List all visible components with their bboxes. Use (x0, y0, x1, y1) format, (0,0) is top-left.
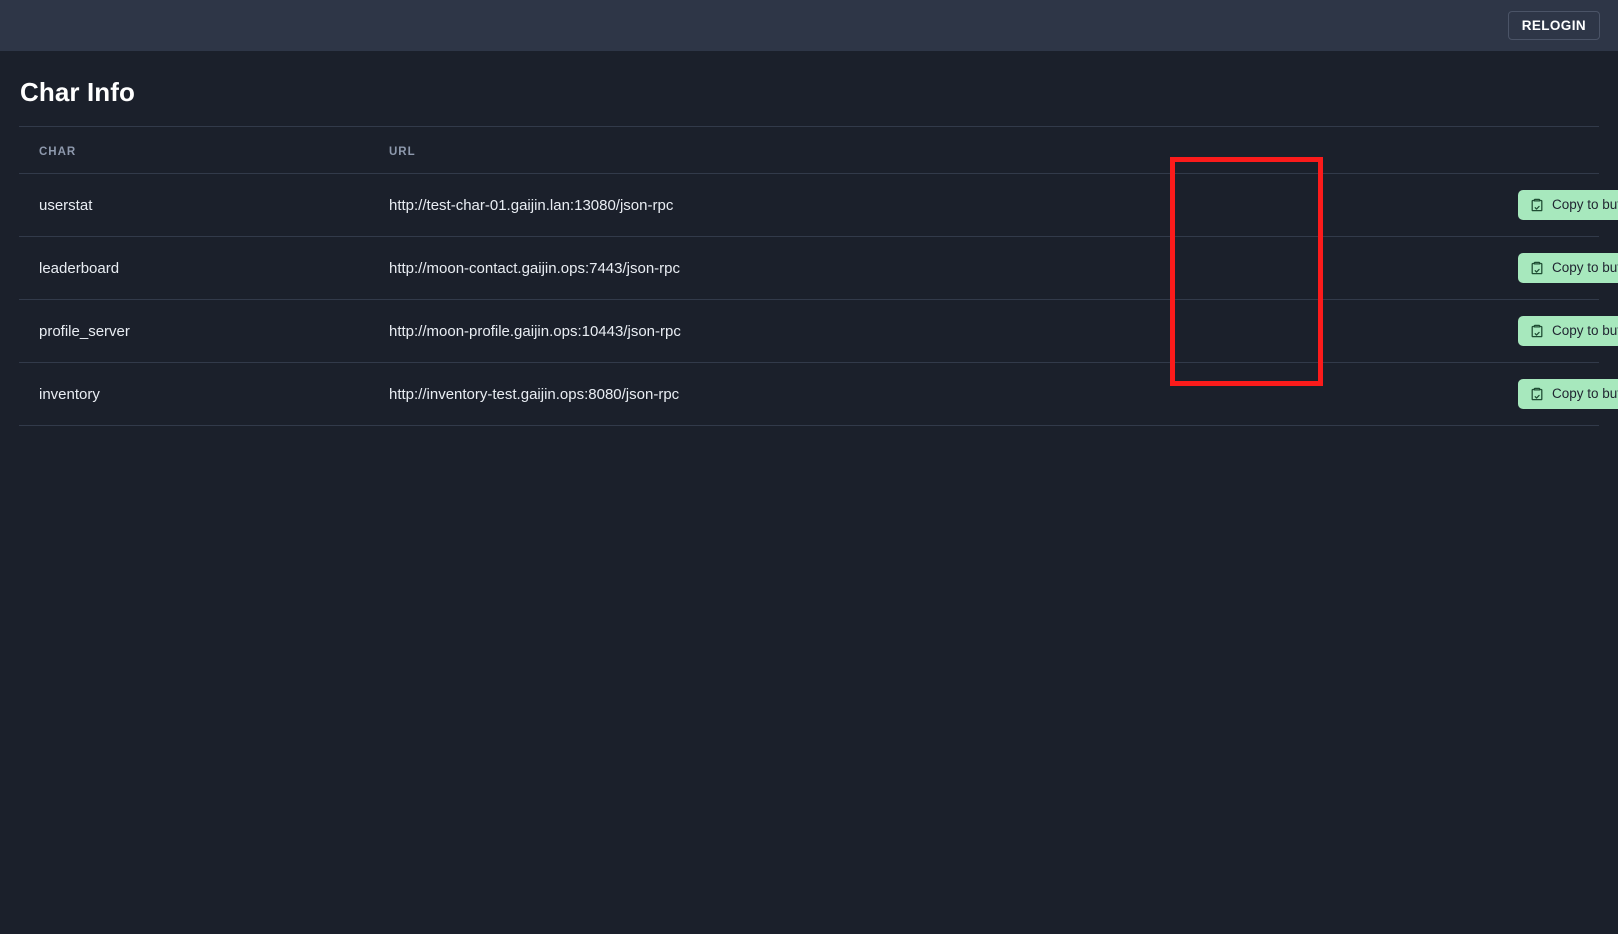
relogin-button[interactable]: RELOGIN (1507, 10, 1600, 41)
copy-to-buffer-label: Copy to buffer (1552, 386, 1618, 402)
url-text: http://moon-contact.gaijin.ops:7443/json… (389, 259, 680, 277)
url-text: http://inventory-test.gaijin.ops:8080/js… (389, 385, 680, 403)
copy-to-buffer-button[interactable]: Copy to buffer (1518, 316, 1618, 346)
cell-char-name: userstat (19, 173, 369, 237)
table-head: CHAR URL (19, 127, 1599, 174)
clipboard-check-icon (1529, 386, 1545, 402)
cell-action: Copy to buffer (1169, 362, 1618, 426)
copy-to-buffer-label: Copy to buffer (1552, 197, 1618, 213)
table-header-row: CHAR URL (19, 127, 1599, 174)
cell-url: http://test-char-01.gaijin.lan:13080/jso… (369, 173, 1169, 237)
copy-to-buffer-button[interactable]: Copy to buffer (1518, 190, 1618, 220)
top-navbar: RELOGIN (0, 0, 1618, 51)
table-row: leaderboard http://moon-contact.gaijin.o… (19, 236, 1618, 300)
table-body: userstat http://test-char-01.gaijin.lan:… (19, 173, 1618, 426)
table-row: inventory http://inventory-test.gaijin.o… (19, 362, 1618, 426)
cell-action: Copy to buffer (1169, 173, 1618, 237)
clipboard-check-icon (1529, 197, 1545, 213)
cell-url: http://moon-contact.gaijin.ops:7443/json… (369, 236, 1169, 300)
cell-url: http://moon-profile.gaijin.ops:10443/jso… (369, 299, 1169, 363)
copy-to-buffer-label: Copy to buffer (1552, 260, 1618, 276)
action-wrapper: Copy to buffer (1189, 379, 1618, 409)
copy-to-buffer-button[interactable]: Copy to buffer (1518, 253, 1618, 283)
cell-char-name: leaderboard (19, 236, 369, 300)
action-wrapper: Copy to buffer (1189, 253, 1618, 283)
column-header-char: CHAR (19, 127, 369, 174)
table-row: userstat http://test-char-01.gaijin.lan:… (19, 173, 1618, 237)
char-info-table: CHAR URL userstat http://test-char-01.ga… (19, 127, 1618, 426)
cell-char-name: profile_server (19, 299, 369, 363)
action-wrapper: Copy to buffer (1189, 190, 1618, 220)
cell-action: Copy to buffer (1169, 236, 1618, 300)
action-wrapper: Copy to buffer (1189, 316, 1618, 346)
column-header-action (1169, 127, 1599, 174)
url-text: http://test-char-01.gaijin.lan:13080/jso… (389, 196, 674, 214)
cell-action: Copy to buffer (1169, 299, 1618, 363)
copy-to-buffer-label: Copy to buffer (1552, 323, 1618, 339)
url-text: http://moon-profile.gaijin.ops:10443/jso… (389, 322, 681, 340)
column-header-url: URL (369, 127, 1169, 174)
clipboard-check-icon (1529, 323, 1545, 339)
clipboard-check-icon (1529, 260, 1545, 276)
table-row: profile_server http://moon-profile.gaiji… (19, 299, 1618, 363)
cell-url: http://inventory-test.gaijin.ops:8080/js… (369, 362, 1169, 426)
char-name-text: userstat (39, 196, 93, 214)
page-content: Char Info CHAR URL userstat http://test-… (0, 51, 1618, 426)
page-title: Char Info (20, 77, 136, 107)
char-name-text: inventory (39, 385, 100, 403)
char-name-text: leaderboard (39, 259, 120, 277)
copy-to-buffer-button[interactable]: Copy to buffer (1518, 379, 1618, 409)
cell-char-name: inventory (19, 362, 369, 426)
char-name-text: profile_server (39, 322, 130, 340)
